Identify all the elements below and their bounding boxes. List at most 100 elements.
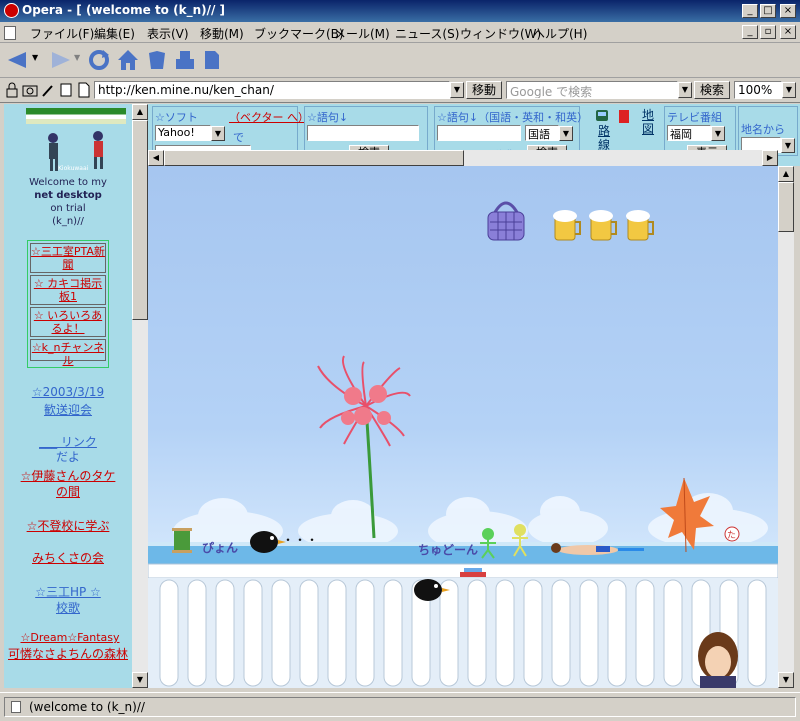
status-panel: (welcome to (k_n)// (4, 697, 796, 717)
page-info-icon[interactable] (76, 82, 92, 98)
nav-link-channel[interactable]: ☆k_nチャンネル (30, 339, 106, 367)
region-select[interactable]: 福岡 (667, 125, 711, 141)
menu-file[interactable]: ファイル(F) (30, 25, 94, 42)
link-michikusa[interactable]: みちくさの会 (8, 550, 128, 566)
de-label: で (233, 131, 244, 144)
left-scroll-up-icon[interactable]: ▲ (132, 104, 148, 120)
forward-icon[interactable] (50, 50, 72, 70)
menu-help[interactable]: ヘルプ(H) (533, 25, 587, 42)
back-dropdown-icon[interactable]: ▼ (32, 53, 38, 62)
menu-window[interactable]: ウィンドウ(W) (460, 25, 541, 42)
search-dropdown-icon[interactable]: ▼ (678, 82, 692, 98)
menu-bookmarks[interactable]: ブックマーク(B) (254, 25, 344, 42)
go-button[interactable]: 移動 (466, 81, 502, 99)
minimize-button[interactable]: _ (742, 4, 758, 18)
main-scroll-thumb[interactable] (778, 182, 794, 232)
link-ito-take[interactable]: ☆伊藤さんのタケの間 (18, 468, 118, 500)
yahoo-dropdown-icon[interactable]: ▼ (211, 126, 225, 141)
tv-box: テレビ番組 福岡 ▼ 表示 (664, 106, 736, 161)
beer-mug-icon[interactable] (553, 210, 581, 241)
dictionary-input[interactable] (437, 125, 521, 141)
welcome-line-1: Welcome to my (29, 177, 107, 188)
beer-mug-icon[interactable] (626, 210, 654, 241)
nav-box: ☆三工室PTA新聞 ☆ カキコ掲示板1 ☆ いろいろあるよ！ ☆k_nチャンネル (27, 240, 109, 368)
region-dropdown-icon[interactable]: ▼ (711, 126, 725, 141)
date-link[interactable]: ☆2003/3/19 (8, 384, 128, 400)
nav-link-bbs[interactable]: ☆ カキコ掲示板1 (30, 275, 106, 305)
note-icon[interactable] (58, 82, 74, 98)
place-dropdown-icon[interactable]: ▼ (781, 138, 795, 153)
chizu-link[interactable]: 地図 (642, 108, 654, 136)
child-restore-button[interactable]: ▫ (760, 25, 776, 39)
main-scroll-down-icon[interactable]: ▼ (778, 672, 794, 688)
goku-label: ☆語句↓ (307, 111, 349, 124)
home-icon[interactable] (116, 48, 140, 72)
print-icon[interactable] (174, 49, 196, 71)
top-scroll-left-icon[interactable]: ◀ (148, 150, 164, 166)
camera-icon[interactable] (22, 82, 38, 98)
search-button[interactable]: 検索 (694, 81, 730, 99)
link-dream-fantasy[interactable]: ☆Dream☆Fantasy (8, 630, 132, 646)
nav-link-pta[interactable]: ☆三工室PTA新聞 (30, 243, 106, 273)
forward-dropdown-icon[interactable]: ▼ (74, 53, 80, 62)
link-kouka[interactable]: 校歌 (8, 600, 128, 616)
address-dropdown-icon[interactable]: ▼ (450, 82, 464, 98)
menu-edit[interactable]: 編集(E) (94, 25, 135, 42)
chudon-text: ちゅどーん (418, 543, 478, 557)
page-icon[interactable] (202, 49, 222, 71)
yahoo-select[interactable]: Yahoo! (155, 125, 211, 141)
place-box: 地名から ▼ (738, 106, 798, 156)
basket-icon[interactable] (487, 201, 525, 241)
train-icon[interactable] (594, 108, 610, 124)
ta-text: た (727, 530, 736, 541)
search-input[interactable]: Google で検索 (506, 81, 678, 99)
link-label[interactable]: ___ リンク (8, 434, 128, 450)
kokugo-dropdown-icon[interactable]: ▼ (559, 126, 573, 141)
menu-go[interactable]: 移動(M) (200, 25, 244, 42)
status-bar: (welcome to (k_n)// (0, 692, 800, 721)
left-scroll-down-icon[interactable]: ▼ (132, 672, 148, 688)
link-sayochin[interactable]: 可憐なさよちんの森林 (8, 646, 128, 662)
maximize-button[interactable]: □ (760, 4, 776, 18)
child-minimize-button[interactable]: _ (742, 25, 758, 39)
back-icon[interactable] (6, 50, 28, 70)
menu-view[interactable]: 表示(V) (147, 25, 189, 42)
top-scroll-right-icon[interactable]: ▶ (762, 150, 778, 166)
reload-icon[interactable] (88, 49, 110, 71)
nav-link-iroiro[interactable]: ☆ いろいろあるよ！ (30, 307, 106, 337)
menu-news[interactable]: ニュース(S) (395, 25, 459, 42)
avatar[interactable] (698, 632, 738, 688)
goku-input[interactable] (307, 125, 419, 141)
rosen-link[interactable]: 路線 (598, 124, 610, 152)
top-frame: ☆ソフト （ベクター へ） Yahoo! ▼ で ☆語句↓ 検索 ☆語句↓（国語… (148, 104, 800, 166)
date-sub-link[interactable]: 歓送迎会 (8, 402, 128, 418)
zoom-field[interactable]: 100% (734, 81, 782, 99)
main-frame: ぴょん ・・・ ちゅどーん た (148, 166, 778, 688)
left-scrollbar[interactable]: ▲ ▼ (132, 104, 148, 688)
top-frame-hscrollbar[interactable]: ◀ ▶ (148, 150, 778, 166)
left-scroll-thumb[interactable] (132, 120, 148, 320)
main-scrollbar[interactable]: ▲ ▼ (778, 166, 794, 688)
soft-label: ☆ソフト (155, 111, 198, 124)
dots-text: ・・・ (282, 533, 318, 547)
vector-link[interactable]: （ベクター へ） (229, 109, 309, 125)
lock-icon (6, 82, 18, 98)
kokugo-select[interactable]: 国語 (525, 125, 559, 141)
link-futoko[interactable]: ☆不登校に学ぶ (18, 518, 118, 534)
beer-mug-icon[interactable] (589, 210, 617, 241)
postbox-icon[interactable] (616, 108, 632, 124)
zoom-dropdown-icon[interactable]: ▼ (782, 82, 796, 98)
wand-icon[interactable] (40, 82, 56, 98)
child-close-button[interactable]: × (780, 25, 796, 39)
close-button[interactable]: × (780, 4, 796, 18)
main-scroll-up-icon[interactable]: ▲ (778, 166, 794, 182)
address-input[interactable]: http://ken.mine.nu/ken_chan/ (94, 81, 450, 99)
top-scroll-thumb[interactable] (164, 150, 464, 166)
menu-mail[interactable]: メール(M) (334, 25, 390, 42)
main-scene: ぴょん ・・・ ちゅどーん た (148, 201, 778, 688)
status-page-icon (11, 701, 21, 713)
link-sanko-hp[interactable]: ☆三工HP ☆ (8, 584, 128, 600)
hotlist-icon[interactable] (146, 49, 168, 71)
welcome-block: Welcome to my net desktop on trial (k_n)… (8, 176, 128, 228)
chimei-label: 地名から (741, 123, 785, 136)
